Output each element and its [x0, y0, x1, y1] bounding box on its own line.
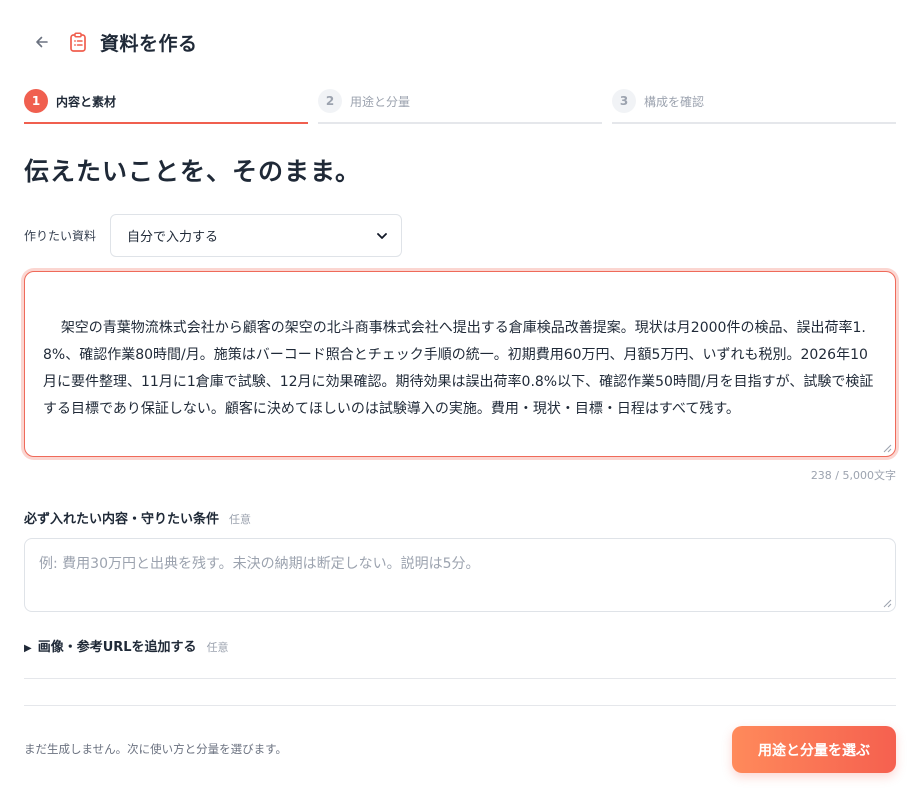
chevron-down-icon [377, 233, 387, 239]
back-button[interactable] [24, 24, 60, 60]
step-usage-and-volume[interactable]: 2 用途と分量 [318, 88, 602, 124]
page-title: 資料を作る [100, 32, 198, 55]
optional-tag: 任意 [229, 513, 252, 526]
content-textarea[interactable]: 架空の青葉物流株式会社から顧客の架空の北斗商事株式会社へ提出する倉庫検品改善提案… [24, 271, 896, 457]
page-header: 資料を作る [24, 24, 198, 60]
step-content-and-materials[interactable]: 1 内容と素材 [24, 88, 308, 124]
step-number: 2 [318, 89, 342, 113]
divider [24, 678, 896, 679]
character-counter: 238 / 5,000文字 [810, 469, 896, 482]
step-label: 構成を確認 [644, 94, 705, 109]
arrow-left-icon [36, 36, 48, 48]
next-step-button[interactable]: 用途と分量を選ぶ [732, 726, 896, 773]
step-label: 用途と分量 [350, 94, 411, 109]
headline: 伝えたいことを、そのまま。 [24, 157, 362, 186]
step-number: 3 [612, 89, 636, 113]
footer-note: まだ生成しません。次に使い方と分量を選びます。 [24, 742, 288, 756]
document-type-select[interactable]: 自分で入力する [110, 214, 403, 257]
create-document-page: 資料を作る 1 内容と素材 2 用途と分量 3 構成を確認 伝えたいことを、その… [0, 0, 920, 798]
content-text: 架空の青葉物流株式会社から顧客の架空の北斗商事株式会社へ提出する倉庫検品改善提案… [43, 320, 874, 417]
document-type-row: 作りたい資料 自分で入力する [24, 214, 403, 257]
divider [24, 705, 896, 706]
attachments-label: 画像・参考URLを追加する [37, 640, 197, 655]
document-type-label: 作りたい資料 [24, 229, 97, 243]
step-number: 1 [24, 89, 48, 113]
stepper: 1 内容と素材 2 用途と分量 3 構成を確認 [24, 88, 896, 124]
selected-value: 自分で入力する [127, 230, 219, 245]
resize-grip-icon[interactable] [882, 443, 892, 453]
conditions-textarea[interactable]: 例: 費用30万円と出典を残す。未決の納期は断定しない。説明は5分。 [24, 538, 896, 612]
attachments-toggle[interactable]: ▶ 画像・参考URLを追加する 任意 [24, 636, 229, 655]
triangle-right-icon: ▶ [24, 643, 32, 654]
step-confirm-structure[interactable]: 3 構成を確認 [612, 88, 896, 124]
conditions-placeholder: 例: 費用30万円と出典を残す。未決の納期は断定しない。説明は5分。 [39, 556, 480, 572]
clipboard-list-icon [66, 30, 90, 54]
resize-grip-icon[interactable] [882, 598, 892, 608]
optional-tag: 任意 [206, 641, 229, 654]
step-label: 内容と素材 [56, 94, 117, 109]
conditions-label: 必ず入れたい内容・守りたい条件 [24, 512, 220, 527]
conditions-label-row: 必ず入れたい内容・守りたい条件 任意 [24, 508, 251, 527]
